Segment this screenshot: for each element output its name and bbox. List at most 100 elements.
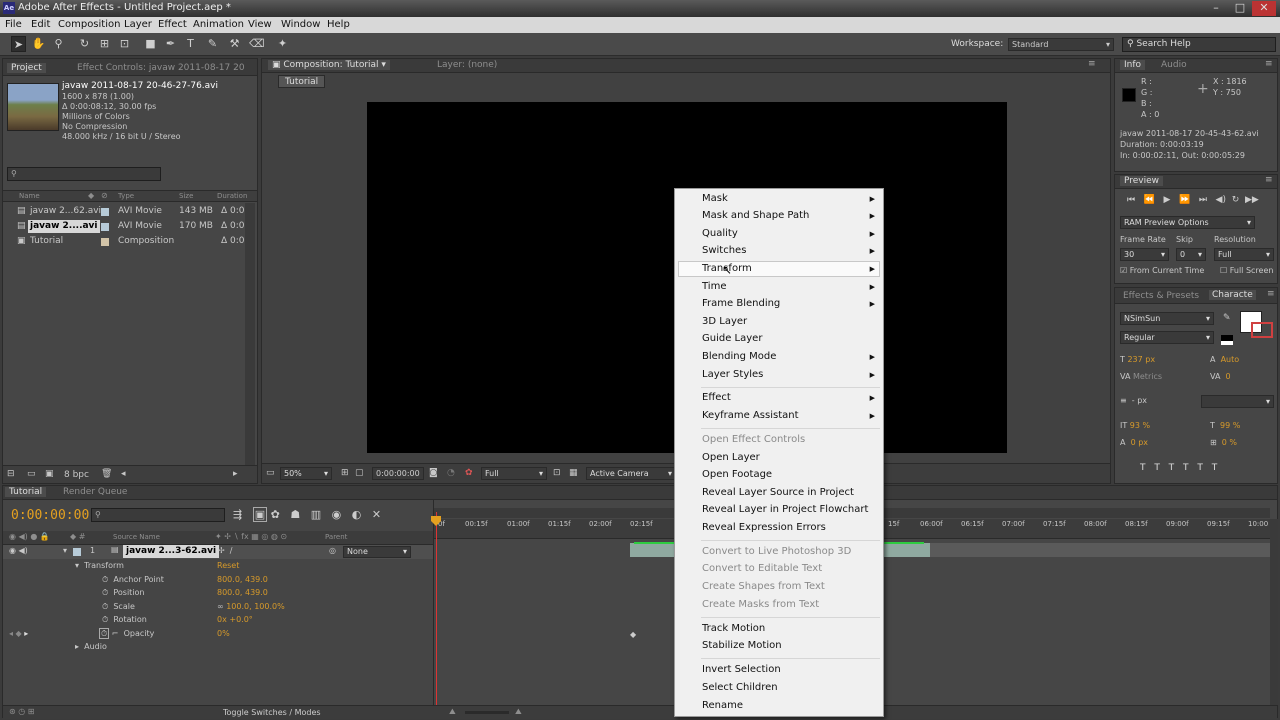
brush-tool-icon[interactable]: ✎ xyxy=(205,36,220,52)
menu-item-reveal-expression-errors[interactable]: Reveal Expression Errors xyxy=(702,520,826,536)
font-family-select[interactable]: NSimSun ▾ xyxy=(1120,312,1214,325)
breadcrumb[interactable]: Tutorial xyxy=(278,75,326,88)
menu-help[interactable]: Help xyxy=(327,19,350,30)
layer-name[interactable]: javaw 2...3-62.avi xyxy=(123,545,220,558)
close-button[interactable]: ✕ xyxy=(1252,1,1276,16)
scroll-right-icon[interactable]: ▸ xyxy=(233,469,238,479)
column-parent[interactable]: Parent xyxy=(325,533,347,541)
property-audio[interactable]: ▸ Audio xyxy=(75,639,107,654)
menu-view[interactable]: View xyxy=(248,19,272,30)
ram-preview-icon[interactable]: ▶▶ xyxy=(1245,195,1259,205)
menu-item-mask-and-shape-path[interactable]: Mask and Shape Path xyxy=(702,208,809,224)
menu-item-mask[interactable]: Mask xyxy=(702,191,728,207)
resolution-select[interactable]: Full ▾ xyxy=(481,467,547,480)
full-screen-checkbox[interactable]: ☐ Full Screen xyxy=(1220,266,1273,275)
monitor-icon[interactable]: ▭ xyxy=(266,468,275,478)
checkerboard-icon[interactable]: ▦ xyxy=(569,468,578,478)
menu-item-layer-styles[interactable]: Layer Styles xyxy=(702,367,763,383)
play-icon[interactable]: ▶ xyxy=(1164,195,1171,205)
zoom-out-icon[interactable]: ⛰ xyxy=(449,707,456,717)
maximize-button[interactable]: □ xyxy=(1228,1,1252,16)
current-time-indicator[interactable] xyxy=(436,512,437,705)
bit-depth-button[interactable]: 8 bpc xyxy=(64,470,89,480)
transparency-icon[interactable]: ▢ xyxy=(355,468,364,478)
menu-item-invert-selection[interactable]: Invert Selection xyxy=(702,662,781,678)
text-style-buttons[interactable]: TTTTTT xyxy=(1140,463,1226,473)
brainstorm-icon[interactable]: ◐ xyxy=(352,508,362,521)
ram-preview-options-select[interactable]: RAM Preview Options ▾ xyxy=(1120,216,1255,229)
tab-composition[interactable]: ▣ Composition: Tutorial ▾ xyxy=(268,60,390,70)
menu-item-time[interactable]: Time xyxy=(702,279,726,295)
keyframe-navigator[interactable]: ◂ ◆ ▸ xyxy=(9,626,28,641)
property-rotation[interactable]: ⏱ Rotation xyxy=(102,612,147,627)
panel-menu-icon[interactable]: ≡ xyxy=(1265,59,1273,69)
safe-zones-icon[interactable]: ⊞ xyxy=(341,468,349,478)
menu-layer[interactable]: Layer xyxy=(124,19,152,30)
link-icon[interactable]: ∞ xyxy=(217,602,224,611)
channels-icon[interactable]: ✿ xyxy=(465,468,473,478)
menu-item-blending-mode[interactable]: Blending Mode xyxy=(702,349,776,365)
motion-blur-icon[interactable]: ◉ xyxy=(332,508,342,521)
menu-item-frame-blending[interactable]: Frame Blending xyxy=(702,296,780,312)
eraser-tool-icon[interactable]: ⌫ xyxy=(249,36,265,52)
tab-info[interactable]: Info xyxy=(1120,60,1146,70)
property-position[interactable]: ⏱ Position xyxy=(102,585,145,600)
tab-effect-controls[interactable]: Effect Controls: javaw 2011-08-17 20 xyxy=(77,63,253,73)
from-current-time-checkbox[interactable]: ☑ From Current Time xyxy=(1120,266,1204,275)
tab-project[interactable]: Project xyxy=(7,63,46,73)
stroke-width-value[interactable]: - px xyxy=(1132,396,1147,405)
search-help-input[interactable]: ⚲ Search Help xyxy=(1122,37,1276,52)
opacity-value[interactable]: 0% xyxy=(217,626,230,641)
snapshot-icon[interactable]: ◙ xyxy=(429,468,438,478)
font-size-value[interactable]: 237 px xyxy=(1127,355,1155,364)
position-value[interactable]: 800.0, 439.0 xyxy=(217,585,268,600)
stopwatch-icon[interactable]: ⏱ xyxy=(102,575,108,584)
footer-icons[interactable]: ⊛ ◷ ⊞ xyxy=(9,707,34,716)
menu-item-rename[interactable]: Rename xyxy=(702,698,743,714)
project-search-input[interactable]: ⚲ xyxy=(7,167,161,181)
layer-switches[interactable]: ✢ ∕ xyxy=(218,546,232,555)
tab-render-queue[interactable]: Render Queue xyxy=(63,487,127,497)
property-opacity[interactable]: ⏱ ⌐ Opacity xyxy=(99,626,154,641)
menu-effect[interactable]: Effect xyxy=(158,19,187,30)
opacity-keyframe-icon[interactable]: ◆ xyxy=(630,630,636,639)
white-swatch[interactable] xyxy=(1221,341,1233,345)
hand-tool-icon[interactable]: ✋ xyxy=(31,36,46,52)
menu-item-3d-layer[interactable]: 3D Layer xyxy=(702,314,747,330)
stopwatch-active-icon[interactable]: ⏱ xyxy=(99,628,110,639)
tab-layer[interactable]: Layer: (none) xyxy=(437,60,497,70)
minimize-button[interactable]: – xyxy=(1204,1,1228,16)
camera-tool-icon[interactable]: ⊞ xyxy=(97,36,112,52)
clone-tool-icon[interactable]: ⚒ xyxy=(227,36,242,52)
new-composition-icon[interactable]: ▣ xyxy=(45,469,54,479)
graph-editor-icon[interactable]: ✕ xyxy=(372,508,381,521)
audio-icon[interactable]: ◀) xyxy=(1216,195,1226,205)
tab-preview[interactable]: Preview xyxy=(1120,176,1164,186)
zoom-select[interactable]: 50% ▾ xyxy=(280,467,332,480)
next-frame-icon[interactable]: ⏩ xyxy=(1179,195,1190,205)
menu-item-guide-layer[interactable]: Guide Layer xyxy=(702,331,762,347)
timeline-zoom-slider[interactable] xyxy=(465,711,509,714)
tsume-value[interactable]: 0 % xyxy=(1222,438,1237,447)
transform-reset-link[interactable]: Reset xyxy=(217,558,239,573)
show-snapshot-icon[interactable]: ◔ xyxy=(447,468,455,478)
column-name[interactable]: Name xyxy=(19,192,40,200)
stopwatch-icon[interactable]: ⏱ xyxy=(102,602,108,611)
menu-item-stabilize-motion[interactable]: Stabilize Motion xyxy=(702,638,782,654)
stopwatch-icon[interactable]: ⏱ xyxy=(102,615,108,624)
menu-animation[interactable]: Animation xyxy=(193,19,244,30)
puppet-tool-icon[interactable]: ✦ xyxy=(275,36,290,52)
last-frame-icon[interactable]: ⏭ xyxy=(1199,195,1207,205)
zoom-tool-icon[interactable]: ⚲ xyxy=(51,36,66,52)
pen-tool-icon[interactable]: ✒ xyxy=(163,36,178,52)
tab-effects-presets[interactable]: Effects & Presets xyxy=(1123,291,1199,301)
menu-item-effect[interactable]: Effect xyxy=(702,390,731,406)
panel-menu-icon[interactable]: ≡ xyxy=(1088,59,1096,69)
list-item[interactable]: ▤ javaw 2....avi AVI Movie 170 MB Δ 0:00 xyxy=(3,219,257,234)
list-item[interactable]: ▤ javaw 2...62.avi AVI Movie 143 MB Δ 0:… xyxy=(3,204,257,219)
footage-name[interactable]: javaw 2011-08-17 20-46-27-76.avi xyxy=(62,81,218,91)
trash-icon[interactable]: 🗑 xyxy=(101,469,112,479)
stopwatch-icon[interactable]: ⏱ xyxy=(102,588,108,597)
panel-menu-icon[interactable]: ≡ xyxy=(1267,289,1275,299)
eyedropper-icon[interactable]: ✎ xyxy=(1223,313,1231,323)
